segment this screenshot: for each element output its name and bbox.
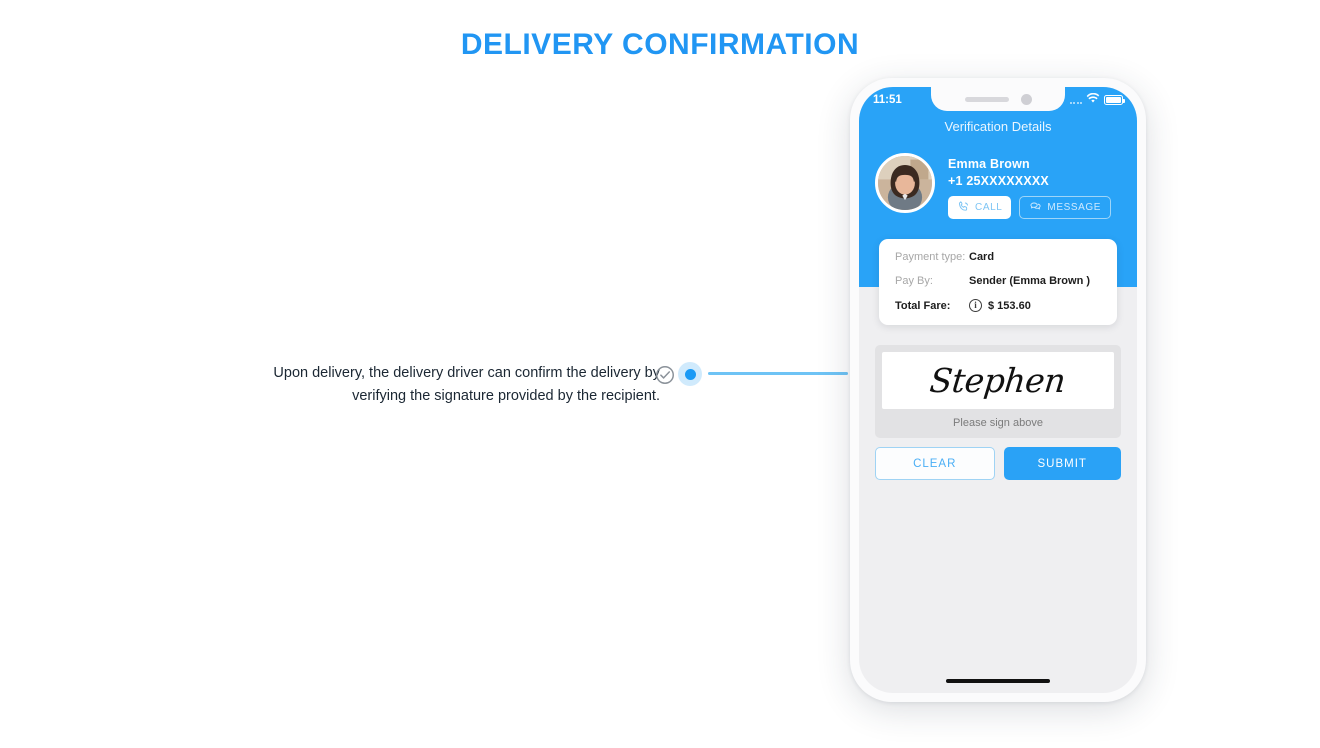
signature-section: Stephen Please sign above xyxy=(875,345,1121,438)
annotation-line-1: Upon delivery, the delivery driver can c… xyxy=(273,365,660,381)
phone-icon xyxy=(957,200,970,216)
wifi-icon xyxy=(1086,91,1100,109)
pay-by-label: Pay By: xyxy=(895,275,933,287)
status-time: 11:51 xyxy=(873,94,902,106)
payment-details-card: Payment type: Card Pay By: Sender (Emma … xyxy=(879,239,1117,325)
payment-type-value: Card xyxy=(969,251,995,263)
payment-row-type: Payment type: Card xyxy=(895,251,1101,263)
avatar xyxy=(875,153,935,213)
clear-button[interactable]: CLEAR xyxy=(875,447,995,480)
delivery-confirmation-page: DELIVERY CONFIRMATION Upon delivery, the… xyxy=(0,0,1320,748)
contact-actions: CALL MESSAGE xyxy=(948,196,1112,219)
battery-icon xyxy=(1104,95,1126,105)
home-indicator[interactable] xyxy=(946,679,1050,683)
blue-dot-marker xyxy=(678,362,702,386)
chat-bubble-icon xyxy=(1029,200,1042,216)
contact-info: Emma Brown +1 25XXXXXXXX CALL MESSAGE xyxy=(948,153,1112,219)
total-fare-value: $ 153.60 xyxy=(988,299,1031,312)
message-button[interactable]: MESSAGE xyxy=(1019,196,1112,219)
signature-value: Stephen xyxy=(928,361,1068,400)
info-icon[interactable]: i xyxy=(969,299,982,312)
contact-section: Emma Brown +1 25XXXXXXXX CALL MESSAGE xyxy=(875,153,1121,219)
signature-hint: Please sign above xyxy=(953,417,1043,429)
check-circle-icon xyxy=(654,364,676,386)
phone-mockup: 11:51 Verification Details Emma Brown +1… xyxy=(850,78,1146,702)
contact-name: Emma Brown xyxy=(948,157,1030,171)
phone-screen: 11:51 Verification Details Emma Brown +1… xyxy=(859,87,1137,693)
total-fare-label: Total Fare: xyxy=(895,299,951,312)
submit-button[interactable]: SUBMIT xyxy=(1003,447,1121,480)
message-button-label: MESSAGE xyxy=(1047,202,1102,213)
contact-phone: +1 25XXXXXXXX xyxy=(948,174,1049,188)
payment-row-payby: Pay By: Sender (Emma Brown ) xyxy=(895,275,1101,287)
status-icons xyxy=(1069,91,1126,109)
call-button-label: CALL xyxy=(975,202,1003,213)
page-title: DELIVERY CONFIRMATION xyxy=(460,28,860,61)
screen-title: Verification Details xyxy=(944,119,1052,134)
pay-by-value: Sender (Emma Brown ) xyxy=(969,275,1091,287)
signature-actions: CLEAR SUBMIT xyxy=(875,447,1121,480)
payment-row-total: Total Fare: i $ 153.60 xyxy=(895,299,1101,312)
call-button[interactable]: CALL xyxy=(948,196,1012,219)
signal-dots-icon xyxy=(1069,97,1082,104)
payment-type-label: Payment type: xyxy=(895,251,966,263)
signature-pad[interactable]: Stephen xyxy=(882,352,1114,409)
annotation-line-2: verifying the signature provided by the … xyxy=(352,388,660,404)
total-fare-value-wrap: i $ 153.60 xyxy=(969,299,1031,312)
status-bar: 11:51 xyxy=(859,87,1137,113)
annotation-text: Upon delivery, the delivery driver can c… xyxy=(200,362,660,408)
connector-line xyxy=(708,372,848,375)
